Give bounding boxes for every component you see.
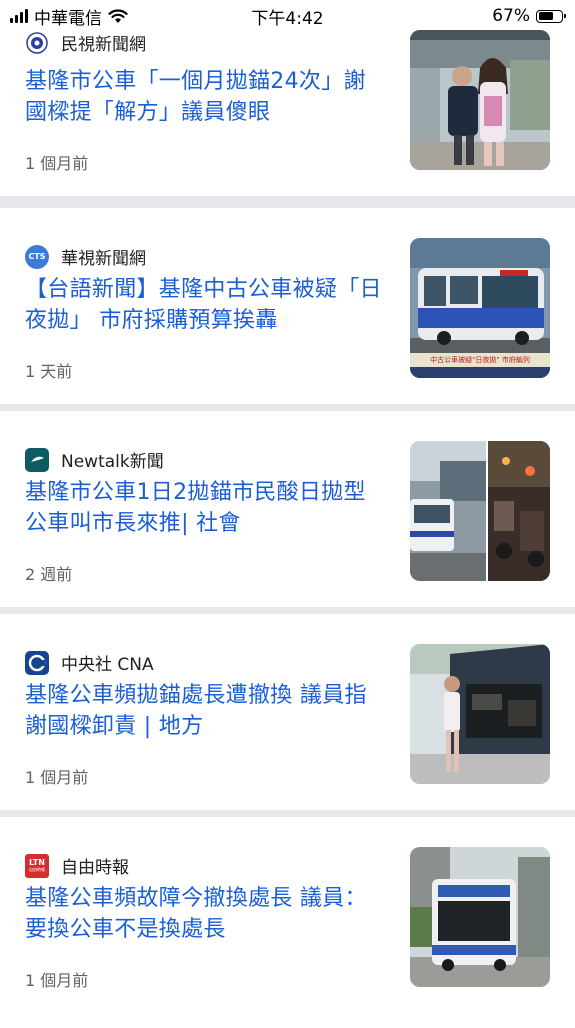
ltn-logo-subtext: 自由時報 [29, 867, 45, 872]
news-source: LTN 自由時報 自由時報 [25, 853, 129, 878]
news-thumbnail[interactable] [410, 30, 550, 170]
news-source: 中央社 CNA [25, 650, 154, 675]
published-time: 1 個月前 [25, 768, 89, 787]
news-card[interactable]: LTN 自由時報 自由時報 基隆公車頻故障今撤換處長 議員：要換公車不是換處長 … [0, 817, 575, 1013]
news-source: CTS 華視新聞網 [25, 244, 146, 269]
battery-icon [536, 9, 566, 23]
news-headline[interactable]: 【台語新聞】基隆中古公車被疑「日夜拋」 市府採購預算挨轟 [25, 274, 385, 336]
news-thumbnail[interactable] [410, 441, 550, 581]
news-card-partial[interactable] [0, 1008, 575, 1028]
thumbnail-caption: 中古公車被疑"日夜拋" 市府編列 [430, 356, 530, 364]
bus-stop-photo [410, 30, 550, 170]
cna-logo-icon [25, 650, 49, 675]
published-time: 2 週前 [25, 565, 73, 584]
published-time: 1 天前 [25, 362, 73, 381]
news-headline[interactable]: 基隆市公車1日2拋錨市民酸日拋型公車叫市長來推| 社會 [25, 477, 385, 539]
news-thumbnail[interactable] [410, 847, 550, 987]
news-source: Newtalk新聞 [25, 447, 164, 472]
carrier-name: 中華電信 [34, 8, 102, 29]
published-time: 1 個月前 [25, 971, 89, 990]
ltn-logo-icon: LTN 自由時報 [25, 853, 49, 878]
news-card[interactable]: CTS 華視新聞網 【台語新聞】基隆中古公車被疑「日夜拋」 市府採購預算挨轟 1… [0, 208, 575, 404]
published-time: 1 個月前 [25, 154, 89, 173]
cts-logo-icon: CTS [25, 244, 49, 269]
news-card[interactable]: Newtalk新聞 基隆市公車1日2拋錨市民酸日拋型公車叫市長來推| 社會 2 … [0, 411, 575, 607]
bus-engine-photo [410, 644, 550, 784]
source-name: 民視新聞網 [61, 35, 146, 55]
source-name: 中央社 CNA [61, 655, 154, 675]
news-headline[interactable]: 基隆公車頻拋錨處長遭撤換 議員指謝國樑卸責 | 地方 [25, 680, 385, 742]
battery-percent: 67% [492, 6, 530, 26]
status-bar: 中華電信 下午4:42 67% [0, 0, 575, 32]
news-card[interactable]: 中央社 CNA 基隆公車頻拋錨處長遭撤換 議員指謝國樑卸責 | 地方 1 個月前 [0, 614, 575, 810]
news-headline[interactable]: 基隆市公車「一個月拋錨24次」謝國樑提「解方」議員傻眼 [25, 66, 385, 128]
source-name: 華視新聞網 [61, 249, 146, 269]
source-name: 自由時報 [61, 858, 129, 878]
news-thumbnail[interactable] [410, 644, 550, 784]
ftv-logo-icon [25, 31, 49, 55]
ltn-logo-text: LTN [29, 858, 45, 867]
wifi-icon [108, 8, 128, 23]
bus-rear-photo [410, 847, 550, 987]
cts-logo-text: CTS [28, 252, 46, 261]
cellular-signal-icon [10, 9, 28, 23]
news-thumbnail[interactable]: 中古公車被疑"日夜拋" 市府編列 [410, 238, 550, 378]
status-left: 中華電信 [10, 4, 128, 29]
status-right: 67% [492, 6, 566, 26]
source-name: Newtalk新聞 [61, 452, 164, 472]
news-source: 民視新聞網 [25, 30, 146, 55]
newtalk-logo-icon [25, 447, 49, 472]
split-bus-photo [410, 441, 550, 581]
news-headline[interactable]: 基隆公車頻故障今撤換處長 議員：要換公車不是換處長 [25, 883, 385, 945]
